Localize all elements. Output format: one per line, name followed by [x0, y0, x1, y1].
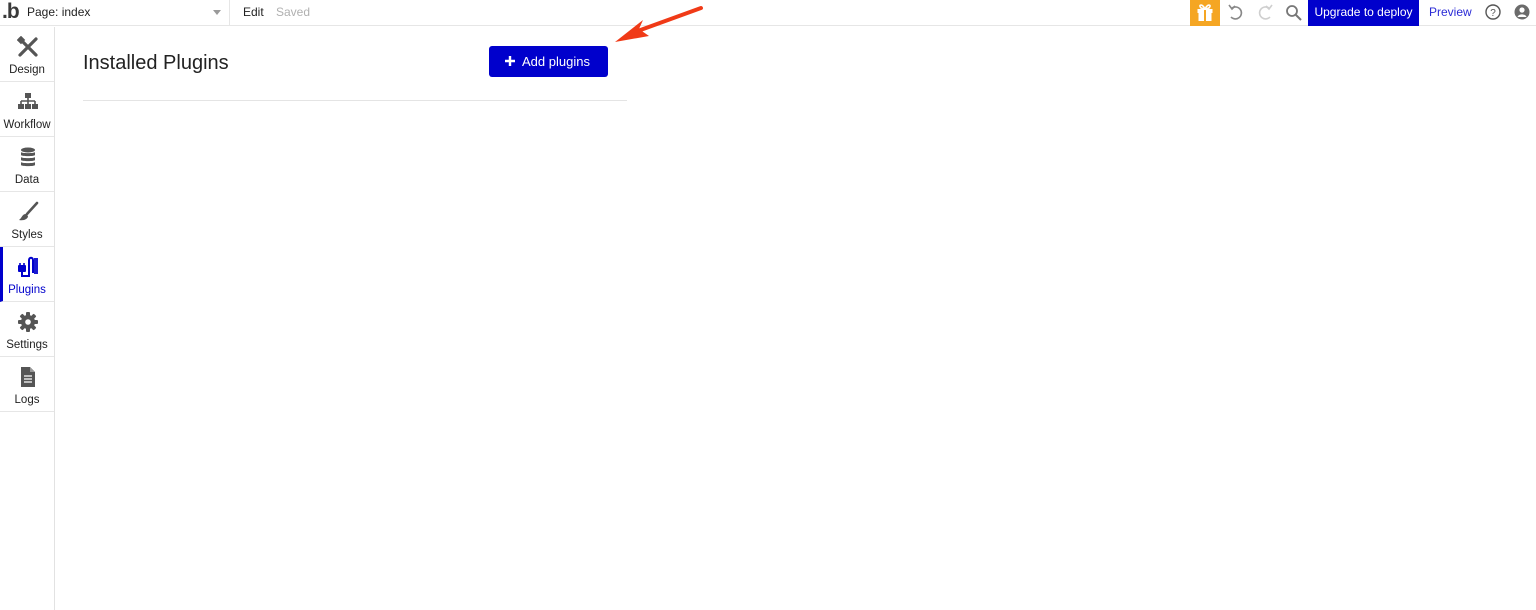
sidebar-item-design[interactable]: Design: [0, 27, 54, 82]
page-title: Installed Plugins: [83, 52, 229, 74]
gift-icon: [1197, 4, 1213, 21]
help-icon[interactable]: ?: [1482, 0, 1504, 26]
plugin-icon: [18, 256, 38, 277]
sidebar-item-label: Design: [9, 64, 45, 76]
plus-icon: [505, 56, 515, 66]
search-icon[interactable]: [1282, 0, 1306, 26]
gift-button[interactable]: [1190, 0, 1220, 26]
sidebar-item-plugins[interactable]: Plugins: [0, 247, 54, 302]
undo-icon[interactable]: [1224, 0, 1248, 26]
sidebar-item-label: Styles: [11, 229, 43, 241]
add-plugins-label: Add plugins: [522, 54, 590, 69]
sidebar-item-styles[interactable]: Styles: [0, 192, 54, 247]
document-icon: [21, 367, 35, 387]
sidebar-item-workflow[interactable]: Workflow: [0, 82, 54, 137]
sidebar-item-label: Workflow: [3, 119, 51, 131]
edit-menu[interactable]: Edit: [243, 5, 264, 19]
page-selector-label: Page: index: [27, 5, 91, 19]
redo-icon[interactable]: [1253, 0, 1277, 26]
design-icon: [17, 36, 38, 57]
svg-text:?: ?: [1490, 8, 1496, 19]
database-icon: [21, 147, 35, 167]
sidebar-item-label: Settings: [6, 339, 48, 351]
sidebar-item-label: Data: [14, 174, 40, 186]
upgrade-to-deploy-button[interactable]: Upgrade to deploy: [1308, 0, 1419, 26]
top-bar: .b Page: index Edit Saved Upgrade to dep…: [0, 0, 1536, 26]
add-plugins-button[interactable]: Add plugins: [489, 46, 608, 77]
sidebar-item-label: Plugins: [8, 284, 46, 296]
sidebar-item-settings[interactable]: Settings: [0, 302, 54, 357]
sidebar-item-label: Logs: [14, 394, 40, 406]
workflow-icon: [18, 93, 38, 109]
page-selector[interactable]: Page: index: [22, 0, 230, 26]
sidebar-item-logs[interactable]: Logs: [0, 357, 54, 412]
user-icon[interactable]: [1511, 0, 1533, 26]
save-status: Saved: [276, 5, 311, 19]
brush-icon: [19, 201, 39, 221]
annotation-arrow-icon: [615, 6, 703, 42]
sidebar: Design Workflow Data Styles Plugins Sett…: [0, 27, 55, 610]
app-logo[interactable]: .b: [2, 0, 22, 26]
sidebar-item-data[interactable]: Data: [0, 137, 54, 192]
gear-icon: [18, 312, 38, 332]
chevron-down-icon: [213, 10, 221, 15]
preview-button[interactable]: Preview: [1429, 5, 1472, 19]
divider: [83, 100, 627, 101]
